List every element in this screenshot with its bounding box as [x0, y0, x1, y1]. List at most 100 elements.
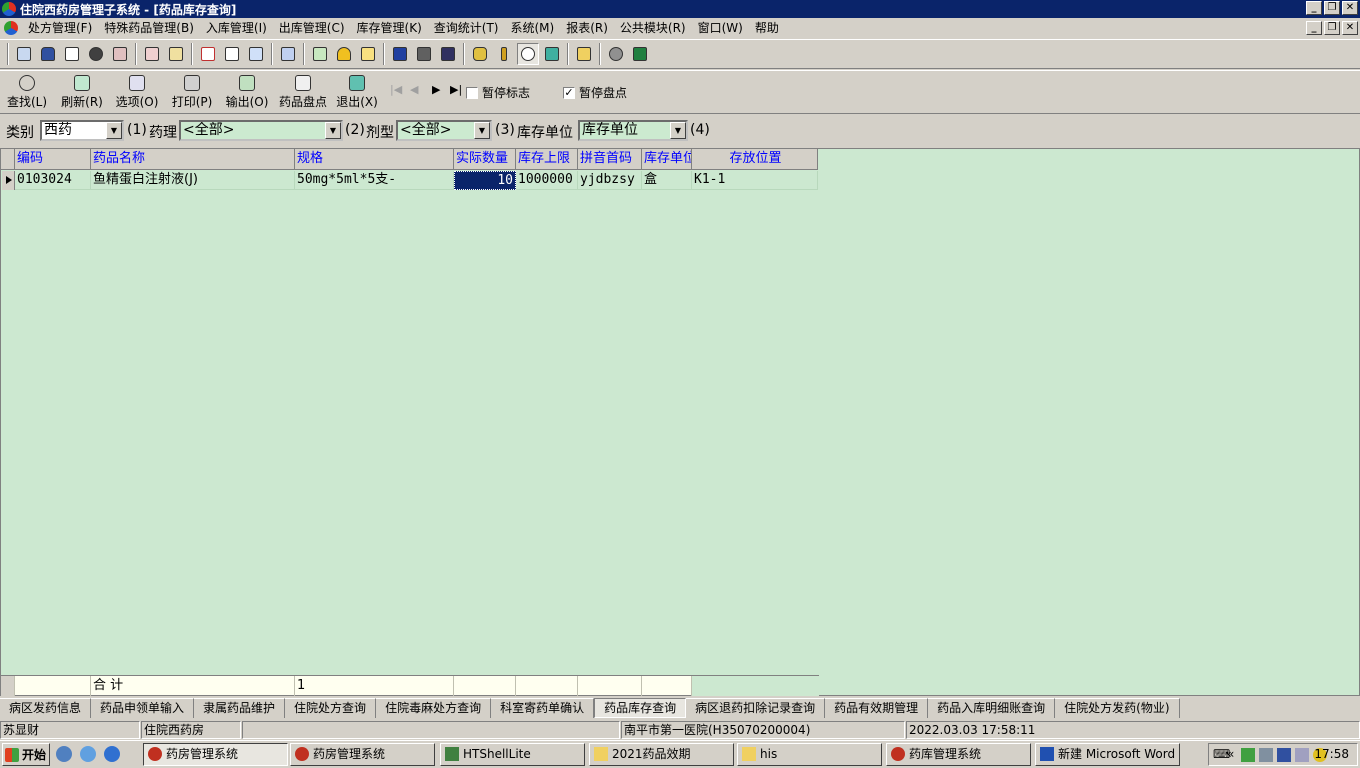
- toolbar-button-17[interactable]: [437, 43, 459, 65]
- task-warehouse-system[interactable]: 药库管理系统: [886, 743, 1031, 766]
- chevron-left-icon[interactable]: «: [1227, 744, 1234, 765]
- menu-special-drugs[interactable]: 特殊药品管理(B): [98, 19, 200, 37]
- table-cell-storage-location[interactable]: K1-1: [692, 171, 818, 190]
- pause-flag-checkbox[interactable]: 暂停标志: [466, 84, 530, 101]
- toolbar-button-9[interactable]: [221, 43, 243, 65]
- toolbar-button-11[interactable]: [277, 43, 299, 65]
- show-desktop-icon[interactable]: [56, 746, 72, 762]
- mdi-icon[interactable]: [4, 21, 18, 35]
- toolbar-button-6[interactable]: [141, 43, 163, 65]
- tab-ward-return-records[interactable]: 病区退药扣除记录查询: [686, 698, 826, 718]
- menu-reports[interactable]: 报表(R): [560, 19, 614, 37]
- header-storage-location[interactable]: 存放位置: [692, 149, 818, 170]
- table-cell-pinyin[interactable]: yjdbzsy: [578, 171, 642, 190]
- table-cell-stock-limit[interactable]: 1000000: [516, 171, 578, 190]
- tab-inpatient-dispense-property[interactable]: 住院处方发药(物业): [1055, 698, 1180, 718]
- tray-app-icon[interactable]: [1241, 748, 1255, 762]
- tab-expiry-management[interactable]: 药品有效期管理: [825, 698, 929, 718]
- chevron-down-icon[interactable]: ▼: [106, 122, 122, 139]
- menu-inventory[interactable]: 库存管理(K): [351, 19, 428, 37]
- menu-query[interactable]: 查询统计(T): [428, 19, 505, 37]
- chevron-down-icon[interactable]: ▼: [670, 122, 686, 139]
- export-button[interactable]: 输出(O): [220, 75, 274, 113]
- header-stock-unit[interactable]: 库存单位: [642, 149, 692, 170]
- prev-record-icon[interactable]: ◀: [410, 83, 418, 96]
- menu-inbound[interactable]: 入库管理(I): [200, 19, 273, 37]
- tab-affiliated-drugs[interactable]: 隶属药品维护: [194, 698, 286, 718]
- toolbar-button-5[interactable]: [109, 43, 131, 65]
- toolbar-button-1[interactable]: [13, 43, 35, 65]
- find-button[interactable]: 查找(L): [0, 75, 54, 113]
- pharmacology-select[interactable]: <全部> ▼: [179, 120, 343, 141]
- toolbar-button-3[interactable]: [61, 43, 83, 65]
- tray-service-icon[interactable]: [1277, 748, 1291, 762]
- last-record-icon[interactable]: ▶|: [450, 83, 462, 96]
- tab-inpatient-prescription[interactable]: 住院处方查询: [285, 698, 377, 718]
- table-cell-actual-qty[interactable]: 10: [454, 171, 516, 190]
- tray-display-icon[interactable]: [1295, 748, 1309, 762]
- chevron-down-icon[interactable]: ▼: [474, 122, 490, 139]
- tab-inbound-ledger[interactable]: 药品入库明细账查询: [928, 698, 1056, 718]
- toolbar-button-16[interactable]: [413, 43, 435, 65]
- table-cell-stock-unit[interactable]: 盒: [642, 171, 692, 190]
- table-cell-spec[interactable]: 50mg*5ml*5支-: [295, 171, 454, 190]
- task-word-document[interactable]: 新建 Microsoft Word ...: [1035, 743, 1180, 766]
- task-pharmacy-system-2[interactable]: 药房管理系统: [290, 743, 435, 766]
- minimize-button[interactable]: _: [1306, 1, 1322, 15]
- dosage-select[interactable]: <全部> ▼: [396, 120, 492, 141]
- toolbar-button-12[interactable]: [309, 43, 331, 65]
- toolbar-button-21[interactable]: [541, 43, 563, 65]
- tab-drug-requisition[interactable]: 药品申领单输入: [91, 698, 195, 718]
- toolbar-button-8[interactable]: [197, 43, 219, 65]
- header-stock-limit[interactable]: 库存上限: [516, 149, 578, 170]
- tab-narcotic-prescription[interactable]: 住院毒麻处方查询: [376, 698, 492, 718]
- toolbar-button-13[interactable]: [333, 43, 355, 65]
- print-button[interactable]: 打印(P): [165, 75, 219, 113]
- header-spec[interactable]: 规格: [295, 149, 454, 170]
- close-button[interactable]: ✕: [1342, 1, 1358, 15]
- task-folder-his[interactable]: his: [737, 743, 882, 766]
- toolbar-button-4[interactable]: [85, 43, 107, 65]
- options-button[interactable]: 选项(O): [110, 75, 164, 113]
- toolbar-button-19[interactable]: [493, 43, 515, 65]
- toolbar-button-18[interactable]: [469, 43, 491, 65]
- menu-system[interactable]: 系统(M): [504, 19, 560, 37]
- task-pharmacy-system-1[interactable]: 药房管理系统: [143, 743, 288, 766]
- menu-public[interactable]: 公共模块(R): [614, 19, 692, 37]
- task-folder-expiry[interactable]: 2021药品效期: [589, 743, 734, 766]
- pause-inventory-checkbox[interactable]: ✓ 暂停盘点: [563, 84, 627, 101]
- network-icon[interactable]: [1259, 748, 1273, 762]
- ie-icon[interactable]: [104, 746, 120, 762]
- header-drug-name[interactable]: 药品名称: [91, 149, 295, 170]
- first-record-icon[interactable]: |◀: [390, 83, 402, 96]
- clock[interactable]: 17:58: [1314, 744, 1349, 765]
- menu-help[interactable]: 帮助: [749, 19, 785, 37]
- toolbar-button-15[interactable]: [389, 43, 411, 65]
- mdi-close-button[interactable]: ✕: [1342, 21, 1358, 35]
- toolbar-button-23[interactable]: [605, 43, 627, 65]
- tab-drug-inventory-query[interactable]: 药品库存查询: [594, 698, 687, 718]
- next-record-icon[interactable]: ▶: [432, 83, 440, 96]
- media-icon[interactable]: [80, 746, 96, 762]
- task-htshelllite[interactable]: HTShellLite: [440, 743, 585, 766]
- tab-dept-consignment[interactable]: 科室寄药单确认: [491, 698, 595, 718]
- toolbar-button-14[interactable]: [357, 43, 379, 65]
- category-select[interactable]: 西药 ▼: [40, 120, 124, 141]
- toolbar-button-22[interactable]: [573, 43, 595, 65]
- toolbar-button-20[interactable]: [517, 43, 539, 65]
- header-actual-qty[interactable]: 实际数量: [454, 149, 516, 170]
- toolbar-button-24[interactable]: [629, 43, 651, 65]
- exit-button[interactable]: 退出(X): [330, 75, 384, 113]
- inventory-count-button[interactable]: 药品盘点: [275, 75, 331, 113]
- mdi-minimize-button[interactable]: _: [1306, 21, 1322, 35]
- tab-ward-dispense-info[interactable]: 病区发药信息: [0, 698, 92, 718]
- chevron-down-icon[interactable]: ▼: [325, 122, 341, 139]
- toolbar-button-2[interactable]: [37, 43, 59, 65]
- refresh-button[interactable]: 刷新(R): [55, 75, 109, 113]
- table-cell-code[interactable]: 0103024: [15, 171, 91, 190]
- mdi-restore-button[interactable]: ❐: [1324, 21, 1340, 35]
- table-cell-drug-name[interactable]: 鱼精蛋白注射液(J): [91, 171, 295, 190]
- toolbar-button-10[interactable]: [245, 43, 267, 65]
- menu-outbound[interactable]: 出库管理(C): [273, 19, 351, 37]
- inventory-grid[interactable]: 编码 药品名称 规格 实际数量 库存上限 拼音首码 库存单位 存放位置 0103…: [0, 148, 1360, 696]
